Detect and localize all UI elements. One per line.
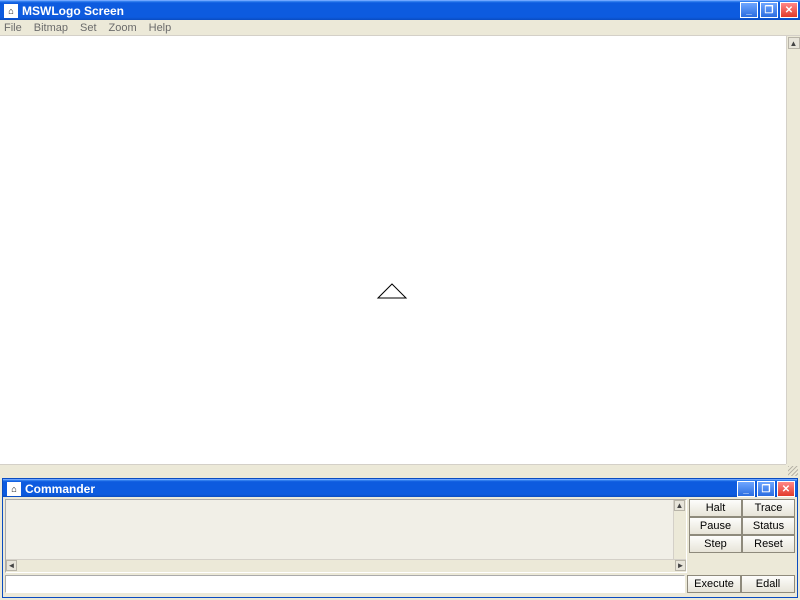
app-icon: ⌂: [4, 4, 18, 18]
reset-button[interactable]: Reset: [742, 535, 795, 553]
scroll-up-icon[interactable]: ▲: [674, 500, 685, 511]
menu-set[interactable]: Set: [80, 22, 97, 34]
commander-close-button[interactable]: ✕: [777, 481, 795, 497]
history-horizontal-scrollbar[interactable]: ◄ ►: [6, 559, 686, 572]
pause-button[interactable]: Pause: [689, 517, 742, 535]
execute-edall-group: Execute Edall: [687, 575, 795, 593]
commander-window: ⌂ Commander _ ❐ ✕ ▲ ◄ ► Halt Trace Pause…: [2, 478, 798, 598]
history-vertical-scrollbar[interactable]: ▲: [673, 500, 686, 559]
scroll-left-icon[interactable]: ◄: [6, 560, 17, 571]
canvas-area: ▲: [0, 36, 800, 478]
trace-button[interactable]: Trace: [742, 499, 795, 517]
commander-button-grid: Halt Trace Pause Status Step Reset: [689, 497, 797, 575]
horizontal-scrollbar[interactable]: [0, 464, 786, 478]
status-button[interactable]: Status: [742, 517, 795, 535]
command-history[interactable]: ▲ ◄ ►: [5, 499, 687, 573]
close-button[interactable]: ✕: [780, 2, 798, 18]
maximize-button[interactable]: ❐: [760, 2, 778, 18]
commander-minimize-button[interactable]: _: [737, 481, 755, 497]
step-button[interactable]: Step: [689, 535, 742, 553]
edall-button[interactable]: Edall: [741, 575, 795, 593]
menubar: File Bitmap Set Zoom Help: [0, 20, 800, 36]
main-titlebar: ⌂ MSWLogo Screen _ ❐ ✕: [0, 0, 800, 20]
commander-app-icon: ⌂: [7, 482, 21, 496]
commander-title: Commander: [25, 482, 95, 496]
commander-maximize-button[interactable]: ❐: [757, 481, 775, 497]
command-input[interactable]: [5, 575, 685, 593]
scroll-right-icon[interactable]: ►: [675, 560, 686, 571]
scroll-up-icon[interactable]: ▲: [788, 37, 800, 49]
main-window-controls: _ ❐ ✕: [740, 2, 798, 18]
vertical-scrollbar[interactable]: ▲: [786, 36, 800, 464]
drawing-canvas[interactable]: [0, 36, 786, 464]
menu-file[interactable]: File: [4, 22, 22, 34]
execute-button[interactable]: Execute: [687, 575, 741, 593]
main-title: MSWLogo Screen: [22, 4, 124, 18]
minimize-button[interactable]: _: [740, 2, 758, 18]
commander-titlebar: ⌂ Commander _ ❐ ✕: [3, 479, 797, 497]
commander-window-controls: _ ❐ ✕: [737, 481, 795, 497]
menu-zoom[interactable]: Zoom: [109, 22, 137, 34]
menu-help[interactable]: Help: [149, 22, 172, 34]
menu-bitmap[interactable]: Bitmap: [34, 22, 68, 34]
size-grip-icon[interactable]: [788, 466, 798, 476]
commander-body: ▲ ◄ ► Halt Trace Pause Status Step Reset: [3, 497, 797, 575]
commander-input-row: Execute Edall: [3, 575, 797, 595]
halt-button[interactable]: Halt: [689, 499, 742, 517]
